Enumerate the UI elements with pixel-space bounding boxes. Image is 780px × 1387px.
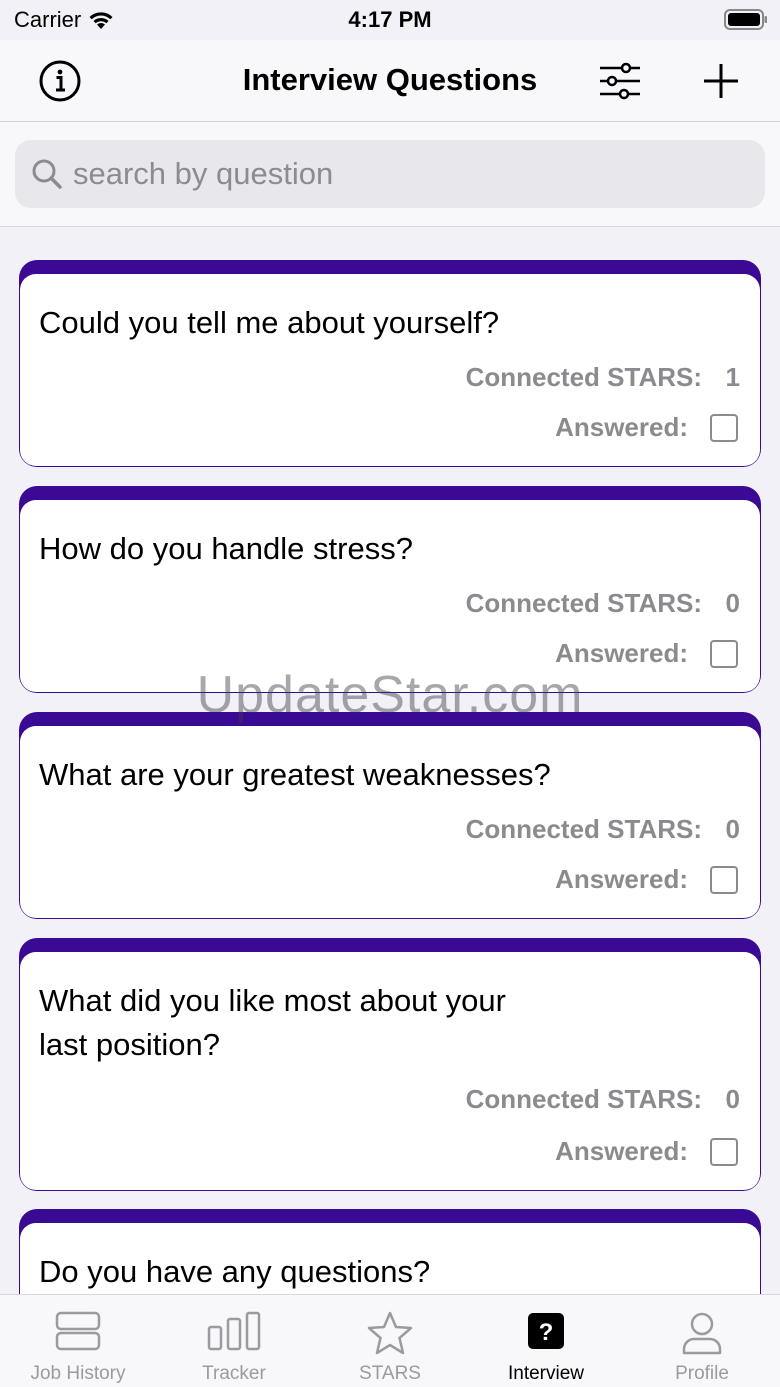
page-title: Interview Questions	[242, 62, 538, 97]
search-input[interactable]	[73, 156, 723, 192]
answered-checkbox[interactable]	[710, 639, 738, 668]
question-card-body: Do you have any questions?	[20, 1223, 760, 1294]
profile-icon	[682, 1312, 722, 1355]
sliders-icon	[600, 62, 640, 100]
add-question-button[interactable]	[698, 58, 744, 104]
tab-job-history[interactable]: Job History	[0, 1295, 156, 1387]
connected-stars-count: 0	[725, 814, 740, 844]
tab-bar: Job History Tracker STARS ? Interview Pr…	[0, 1294, 780, 1387]
search-area	[0, 122, 780, 227]
answered-label: Answered:	[555, 412, 688, 442]
tab-profile[interactable]: Profile	[624, 1295, 780, 1387]
status-time: 4:17 PM	[348, 7, 432, 32]
job-history-icon	[55, 1311, 101, 1351]
star-icon	[367, 1311, 413, 1355]
question-text: What did you like most about your last p…	[39, 983, 506, 1062]
question-card-body: How do you handle stress? Connected STAR…	[20, 500, 760, 692]
filter-button[interactable]	[597, 58, 643, 104]
answered-label: Answered:	[555, 864, 688, 894]
answered-row: Answered:	[555, 864, 738, 895]
question-text: How do you handle stress?	[39, 531, 413, 566]
connected-stars-row: Connected STARS: 0	[466, 814, 740, 845]
status-bar: Carrier 4:17 PM	[0, 0, 780, 40]
connected-stars-count: 0	[725, 588, 740, 618]
answered-row: Answered:	[555, 638, 738, 669]
connected-stars-row: Connected STARS: 1	[466, 362, 740, 393]
connected-stars-label: Connected STARS:	[465, 588, 702, 618]
navigation-bar: Interview Questions	[0, 40, 780, 122]
question-card[interactable]: What did you like most about your last p…	[19, 938, 761, 1191]
question-card[interactable]: Could you tell me about yourself? Connec…	[19, 260, 761, 467]
tab-label: Job History	[30, 1363, 126, 1384]
connected-stars-count: 1	[725, 362, 740, 392]
answered-label: Answered:	[555, 1136, 688, 1166]
connected-stars-row: Connected STARS: 0	[466, 1084, 740, 1115]
question-list: Could you tell me about yourself? Connec…	[0, 228, 780, 1294]
question-card-body: What are your greatest weaknesses? Conne…	[20, 726, 760, 918]
tab-tracker[interactable]: Tracker	[156, 1295, 312, 1387]
question-text: Do you have any questions?	[39, 1254, 431, 1289]
answered-checkbox[interactable]	[710, 413, 738, 442]
plus-icon	[704, 64, 738, 98]
question-card[interactable]: Do you have any questions?	[19, 1209, 761, 1294]
answered-row: Answered:	[555, 1136, 738, 1167]
question-card-body: Could you tell me about yourself? Connec…	[20, 274, 760, 466]
tracker-icon	[207, 1311, 261, 1351]
answered-checkbox[interactable]	[710, 865, 738, 894]
answered-checkbox[interactable]	[710, 1137, 738, 1166]
question-card[interactable]: What are your greatest weaknesses? Conne…	[19, 712, 761, 919]
connected-stars-label: Connected STARS:	[465, 362, 702, 392]
connected-stars-label: Connected STARS:	[465, 1084, 702, 1114]
tab-interview[interactable]: ? Interview	[468, 1295, 624, 1387]
svg-text:?: ?	[539, 1319, 554, 1346]
connected-stars-row: Connected STARS: 0	[466, 588, 740, 619]
question-card[interactable]: How do you handle stress? Connected STAR…	[19, 486, 761, 693]
tab-stars[interactable]: STARS	[312, 1295, 468, 1387]
search-bar[interactable]	[15, 140, 765, 208]
question-text: Could you tell me about yourself?	[39, 305, 500, 340]
answered-row: Answered:	[555, 412, 738, 443]
tab-label: Profile	[675, 1363, 729, 1384]
tab-label: Interview	[507, 1363, 585, 1384]
question-card-body: What did you like most about your last p…	[20, 952, 760, 1190]
answered-label: Answered:	[555, 638, 688, 668]
battery-icon	[724, 9, 767, 30]
tab-label: Tracker	[202, 1363, 266, 1384]
search-icon	[32, 159, 62, 189]
tab-label: STARS	[359, 1363, 421, 1384]
connected-stars-count: 0	[725, 1084, 740, 1114]
connected-stars-label: Connected STARS:	[465, 814, 702, 844]
question-text: What are your greatest weaknesses?	[39, 757, 551, 792]
interview-icon: ?	[528, 1313, 564, 1349]
